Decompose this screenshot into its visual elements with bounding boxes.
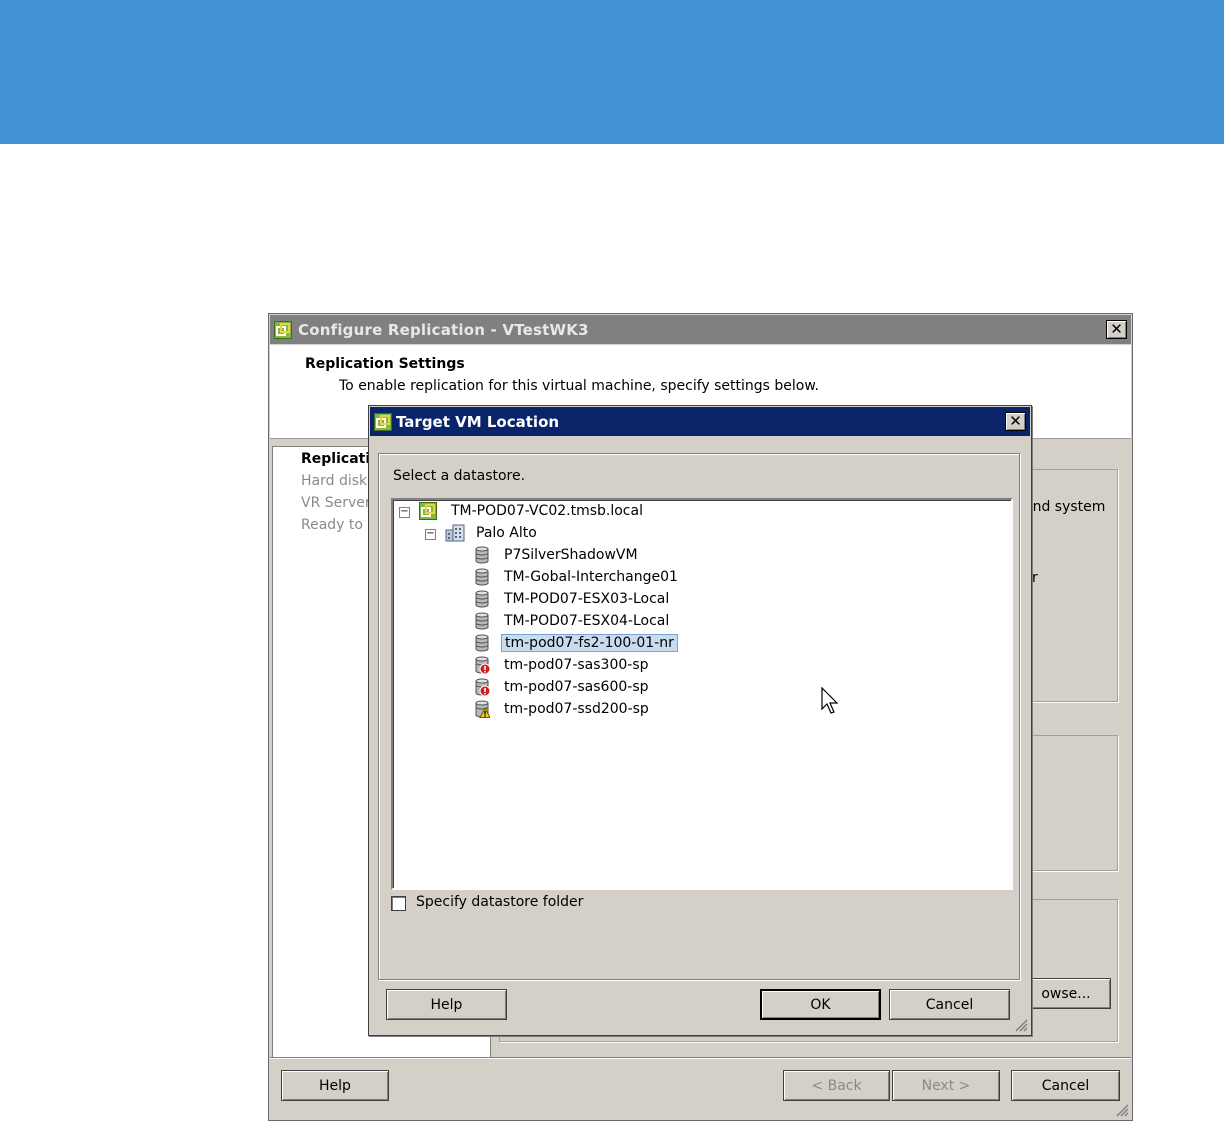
inner-close-button[interactable]: ✕ [1005, 412, 1026, 431]
datastore-icon [475, 568, 489, 586]
datastore-item[interactable]: TM-POD07-ESX04-Local [474, 611, 672, 631]
datastore-icon [475, 634, 489, 652]
datastore-label: TM-POD07-ESX03-Local [504, 591, 670, 607]
collapse-icon[interactable]: − [399, 507, 410, 518]
back-button[interactable]: < Back [783, 1070, 890, 1101]
outer-help-button[interactable]: Help [281, 1070, 389, 1101]
datastore-label: P7SilverShadowVM [504, 547, 638, 563]
next-label: Next > [921, 1077, 971, 1094]
datastore-item[interactable]: tm-pod07-ssd200-sp [474, 699, 652, 719]
target-vm-location-dialog: Target VM Location ✕ Select a datastore.… [368, 405, 1032, 1036]
footer-separator [270, 1057, 1131, 1059]
step-vr-server[interactable]: VR Server [301, 495, 371, 511]
datastore-item[interactable]: tm-pod07-sas300-sp [474, 655, 652, 675]
ok-button[interactable]: OK [760, 989, 881, 1020]
back-label: < Back [811, 1077, 862, 1094]
inner-title-bar[interactable]: Target VM Location ✕ [370, 407, 1030, 436]
vsphere-app-icon [274, 320, 292, 339]
close-icon: ✕ [1110, 320, 1123, 338]
step-replication[interactable]: Replicati [301, 451, 370, 467]
collapse-icon[interactable]: − [425, 529, 436, 540]
inner-help-button[interactable]: Help [386, 989, 507, 1020]
resize-grip-icon[interactable] [1115, 1103, 1129, 1117]
system-text-fragment: and system [1024, 499, 1106, 515]
datastore-error-icon [475, 656, 490, 674]
datastore-prompt: Select a datastore. [393, 468, 526, 484]
next-button[interactable]: Next > [892, 1070, 1000, 1101]
close-icon: ✕ [1009, 412, 1022, 430]
datastore-icon [475, 546, 489, 564]
outer-title-bar[interactable]: Configure Replication - VTestWK3 ✕ [270, 315, 1131, 344]
top-banner [0, 0, 1224, 144]
outer-cancel-button[interactable]: Cancel [1011, 1070, 1120, 1101]
browse-button[interactable]: owse... [1021, 978, 1111, 1009]
datastore-label: TM-Gobal-Interchange01 [504, 569, 678, 585]
datastore-label: tm-pod07-ssd200-sp [504, 701, 649, 717]
mouse-cursor-icon [821, 687, 839, 714]
datastore-warning-icon [475, 700, 490, 718]
resize-grip-icon[interactable] [1014, 1018, 1028, 1032]
outer-cancel-label: Cancel [1041, 1077, 1090, 1094]
tree-node-label: Palo Alto [476, 525, 537, 541]
inner-help-label: Help [430, 996, 463, 1013]
page-subtitle: To enable replication for this virtual m… [339, 378, 819, 394]
datastore-label: tm-pod07-sas600-sp [504, 679, 649, 695]
datastore-tree[interactable]: − TM-POD07-VC02.tmsb.local − Palo Alto P… [391, 498, 1013, 890]
outer-title: Configure Replication - VTestWK3 [298, 320, 589, 339]
ok-label: OK [810, 996, 831, 1013]
datastore-item-selected[interactable]: tm-pod07-fs2-100-01-nr [474, 633, 678, 653]
outer-help-label: Help [319, 1077, 351, 1094]
vcenter-icon [419, 502, 437, 520]
datastore-error-icon [475, 678, 490, 696]
tree-node-datacenter[interactable]: Palo Alto [445, 523, 540, 543]
datastore-icon [475, 590, 489, 608]
datastore-item[interactable]: P7SilverShadowVM [474, 545, 641, 565]
tree-node-vcenter[interactable]: TM-POD07-VC02.tmsb.local [419, 501, 646, 521]
datastore-label: tm-pod07-fs2-100-01-nr [501, 634, 678, 652]
specify-folder-checkbox[interactable] [391, 896, 406, 911]
datastore-item[interactable]: TM-Gobal-Interchange01 [474, 567, 681, 587]
step-ready[interactable]: Ready to c [301, 517, 375, 533]
r-text-fragment: r [1032, 570, 1038, 586]
datastore-icon [475, 612, 489, 630]
inner-cancel-label: Cancel [925, 996, 974, 1013]
datastore-label: TM-POD07-ESX04-Local [504, 613, 670, 629]
datastore-item[interactable]: tm-pod07-sas600-sp [474, 677, 652, 697]
vsphere-app-icon [374, 412, 392, 431]
datacenter-icon [445, 524, 465, 542]
outer-close-button[interactable]: ✕ [1106, 320, 1127, 339]
datastore-label: tm-pod07-sas300-sp [504, 657, 649, 673]
datastore-item[interactable]: TM-POD07-ESX03-Local [474, 589, 672, 609]
specify-folder-label[interactable]: Specify datastore folder [416, 894, 583, 910]
step-hard-disk[interactable]: Hard disk [301, 473, 367, 489]
tree-node-label: TM-POD07-VC02.tmsb.local [451, 503, 643, 519]
inner-cancel-button[interactable]: Cancel [889, 989, 1010, 1020]
page-title: Replication Settings [305, 356, 465, 372]
inner-title: Target VM Location [396, 412, 560, 431]
